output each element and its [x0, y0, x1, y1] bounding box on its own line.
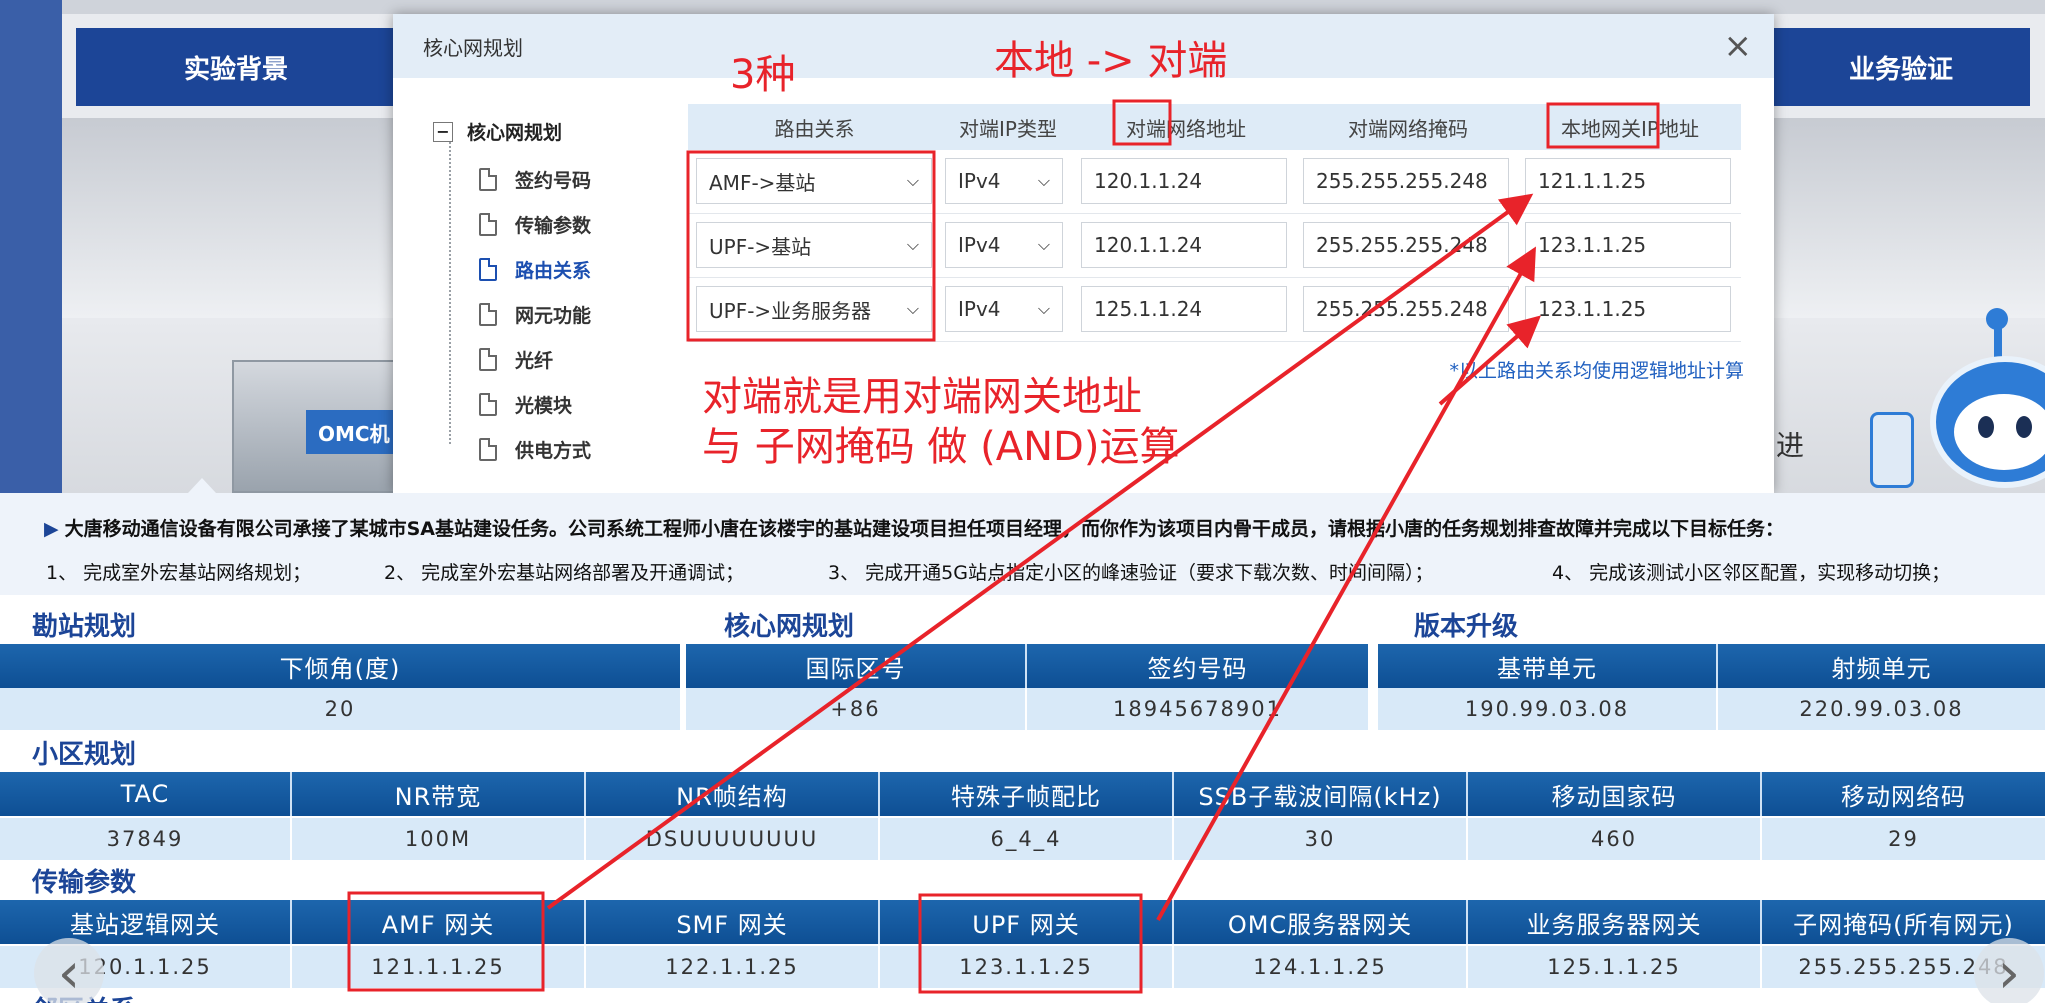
document-icon	[479, 257, 497, 281]
transport-title: 传输参数	[32, 868, 137, 898]
tree-item-optical-module[interactable]: 光模块	[479, 389, 572, 419]
col-peer-addr: 对端网络地址	[1126, 116, 1246, 141]
collapse-icon[interactable]: −	[433, 121, 453, 142]
local-gateway-input[interactable]: 123.1.1.25	[1525, 222, 1731, 268]
chevron-down-icon: ⌵	[1037, 171, 1050, 190]
tree-item-subscription[interactable]: 签约号码	[479, 164, 591, 194]
annotation-local-to-peer: 本地 -> 对端	[994, 38, 1228, 84]
core-table-row: +86 18945678901	[686, 688, 1368, 730]
chevron-down-icon: ⌵	[1037, 299, 1050, 318]
prev-page-icon[interactable]: ‹	[34, 938, 104, 1003]
ip-type-select[interactable]: IPv4 ⌵	[945, 286, 1063, 332]
transport-table-header: 基站逻辑网关 AMF 网关 SMF 网关 UPF 网关 OMC服务器网关 业务服…	[0, 900, 2045, 944]
route-table-header: 路由关系 对端IP类型 对端网络地址 对端网络掩码 本地网关IP地址	[688, 104, 1741, 150]
config-tree: − 核心网规划 签约号码 传输参数 路由关系 网元功能 光纤 光模块 供电方式	[433, 104, 653, 474]
left-edge-strip	[0, 0, 62, 493]
tree-root-label: 核心网规划	[467, 122, 563, 144]
tree-item-route[interactable]: 路由关系	[479, 254, 591, 284]
chevron-down-icon: ⌵	[906, 299, 919, 318]
play-arrow-icon: ▶	[44, 518, 59, 540]
nav-tab-verification[interactable]: 业务验证	[1772, 28, 2030, 106]
peer-mask-input[interactable]: 255.255.255.248	[1303, 286, 1509, 332]
task-item: 4、 完成该测试小区邻区配置，实现移动切换；	[1552, 562, 1951, 584]
col-ip-type: 对端IP类型	[959, 116, 1057, 141]
tree-item-fiber[interactable]: 光纤	[479, 344, 553, 374]
peer-address-input[interactable]: 120.1.1.24	[1081, 158, 1287, 204]
top-strip	[62, 0, 2045, 14]
local-gateway-input[interactable]: 123.1.1.25	[1525, 286, 1731, 332]
task-intro: ▶ 大唐移动通信设备有限公司承接了某城市SA基站建设任务。公司系统工程师小唐在该楼…	[44, 518, 1785, 540]
chevron-down-icon: ⌵	[1037, 235, 1050, 254]
document-icon	[479, 437, 497, 461]
col-route: 路由关系	[774, 116, 855, 141]
upgrade-table-header: 基带单元 射频单元	[1378, 644, 2045, 688]
peer-mask-input[interactable]: 255.255.255.248	[1303, 222, 1509, 268]
document-icon	[479, 347, 497, 371]
next-page-icon[interactable]: ›	[1974, 938, 2044, 1003]
col-local-gw: 本地网关IP地址	[1561, 116, 1699, 141]
route-row: AMF->基站 ⌵ IPv4 ⌵ 120.1.1.24 255.255.255.24…	[688, 150, 1741, 214]
robot-mascot-image	[1870, 308, 2045, 493]
tree-root[interactable]: − 核心网规划	[433, 118, 562, 145]
upgrade-title: 版本升级	[1414, 612, 1519, 642]
ip-type-select[interactable]: IPv4 ⌵	[945, 222, 1063, 268]
document-icon	[479, 392, 497, 416]
tree-guide-line	[449, 134, 451, 444]
route-select[interactable]: UPF->业务服务器 ⌵	[696, 286, 932, 332]
nav-tab-background[interactable]: 实验背景	[76, 28, 396, 106]
peer-address-input[interactable]: 125.1.1.24	[1081, 286, 1287, 332]
document-icon	[479, 302, 497, 326]
peer-mask-input[interactable]: 255.255.255.248	[1303, 158, 1509, 204]
annotation-three-kinds: 3种	[730, 52, 796, 98]
route-row: UPF->业务服务器 ⌵ IPv4 ⌵ 125.1.1.24 255.255.255…	[688, 278, 1741, 342]
cell-title: 小区规划	[32, 740, 137, 770]
side-text: 进	[1776, 429, 1805, 462]
col-peer-mask: 对端网络掩码	[1348, 116, 1468, 141]
annotation-explain-2: 与 子网掩码 做 (AND)运算	[702, 424, 1180, 470]
route-row: UPF->基站 ⌵ IPv4 ⌵ 120.1.1.24 255.255.255.24…	[688, 214, 1741, 278]
core-title: 核心网规划	[724, 612, 855, 642]
upgrade-table-row: 190.99.03.08 220.99.03.08	[1378, 688, 2045, 730]
document-icon	[479, 167, 497, 191]
task-item: 1、 完成室外宏基站网络规划；	[46, 562, 312, 584]
local-gateway-input[interactable]: 121.1.1.25	[1525, 158, 1731, 204]
route-select[interactable]: UPF->基站 ⌵	[696, 222, 932, 268]
survey-table-row: 20	[0, 688, 680, 730]
tree-item-power[interactable]: 供电方式	[479, 434, 591, 464]
pointer-triangle	[188, 478, 216, 493]
survey-table-header: 下倾角(度)	[0, 644, 680, 688]
route-note: *以上路由关系均使用逻辑地址计算	[1449, 360, 1744, 382]
close-icon[interactable]: ×	[1724, 26, 1753, 66]
document-icon	[479, 212, 497, 236]
survey-title: 勘站规划	[32, 612, 137, 642]
cell-table-row: 37849 100M DSUUUUUUUU 6_4_4 30 460 29	[0, 818, 2045, 860]
tree-item-ne-function[interactable]: 网元功能	[479, 299, 591, 329]
chevron-down-icon: ⌵	[906, 235, 919, 254]
route-select[interactable]: AMF->基站 ⌵	[696, 158, 932, 204]
task-item: 2、 完成室外宏基站网络部署及开通调试；	[384, 562, 745, 584]
ip-type-select[interactable]: IPv4 ⌵	[945, 158, 1063, 204]
modal-title: 核心网规划	[423, 35, 523, 60]
chevron-down-icon: ⌵	[906, 171, 919, 190]
core-table-header: 国际区号 签约号码	[686, 644, 1368, 688]
peer-address-input[interactable]: 120.1.1.24	[1081, 222, 1287, 268]
tree-item-transport[interactable]: 传输参数	[479, 209, 591, 239]
task-item: 3、 完成开通5G站点指定小区的峰速验证（要求下载次数、时间间隔）；	[828, 562, 1434, 584]
screen: 实验背景 业务验证 OMC机 进 核心网规划 × − 核心网规划 签约号码 传输…	[0, 0, 2045, 1003]
transport-table-row: 120.1.1.25 121.1.1.25 122.1.1.25 123.1.1…	[0, 946, 2045, 988]
cell-table-header: TAC NR带宽 NR帧结构 特殊子帧配比 SSB子载波间隔(kHz) 移动国家…	[0, 772, 2045, 816]
